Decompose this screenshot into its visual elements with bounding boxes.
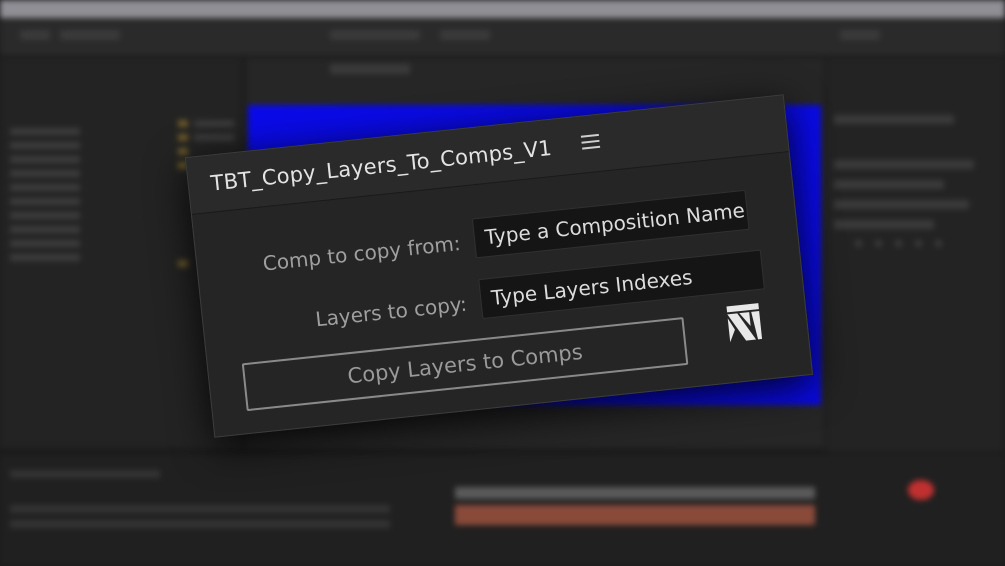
project-row bbox=[10, 254, 80, 261]
project-item bbox=[194, 120, 234, 127]
toolbar-chip bbox=[330, 30, 420, 40]
comp-from-label: Comp to copy from: bbox=[261, 230, 462, 276]
tbt-logo-icon bbox=[726, 303, 763, 343]
toolbar-chip bbox=[840, 30, 880, 40]
panel-dot bbox=[875, 240, 882, 247]
project-item bbox=[194, 134, 234, 141]
timeline-row bbox=[10, 520, 390, 528]
project-row bbox=[10, 240, 80, 247]
timeline-row bbox=[10, 505, 390, 513]
panel-row bbox=[834, 115, 954, 124]
panel-dot bbox=[855, 240, 862, 247]
project-row bbox=[10, 170, 80, 177]
panel-row bbox=[834, 180, 944, 189]
toolbar-chip bbox=[440, 30, 490, 40]
menu-bar bbox=[0, 0, 1005, 18]
timeline-row bbox=[10, 470, 160, 478]
folder-icon bbox=[178, 134, 188, 141]
panel-row bbox=[834, 160, 974, 169]
panel-dot bbox=[895, 240, 902, 247]
folder-icon bbox=[178, 148, 188, 155]
hamburger-menu-icon[interactable] bbox=[580, 133, 601, 150]
project-row bbox=[10, 142, 80, 149]
project-row bbox=[10, 226, 80, 233]
panel-dot bbox=[935, 240, 942, 247]
red-orb bbox=[908, 480, 934, 500]
panel-dot bbox=[915, 240, 922, 247]
layers-label: Layers to copy: bbox=[314, 291, 469, 332]
project-row bbox=[10, 184, 80, 191]
project-row bbox=[10, 198, 80, 205]
panel-row bbox=[834, 220, 934, 229]
comp-name-input[interactable]: Type a Composition Name bbox=[471, 189, 750, 259]
timeline-track bbox=[455, 487, 815, 499]
folder-icon bbox=[178, 260, 188, 267]
project-row bbox=[10, 212, 80, 219]
toolbar-chip bbox=[60, 30, 120, 40]
project-row bbox=[10, 128, 80, 135]
toolbar-chip bbox=[20, 30, 50, 40]
viewer-tab bbox=[330, 64, 410, 74]
folder-icon bbox=[178, 120, 188, 127]
panel-row bbox=[834, 200, 969, 209]
timeline-layer-bar bbox=[455, 505, 815, 525]
project-row bbox=[10, 156, 80, 163]
